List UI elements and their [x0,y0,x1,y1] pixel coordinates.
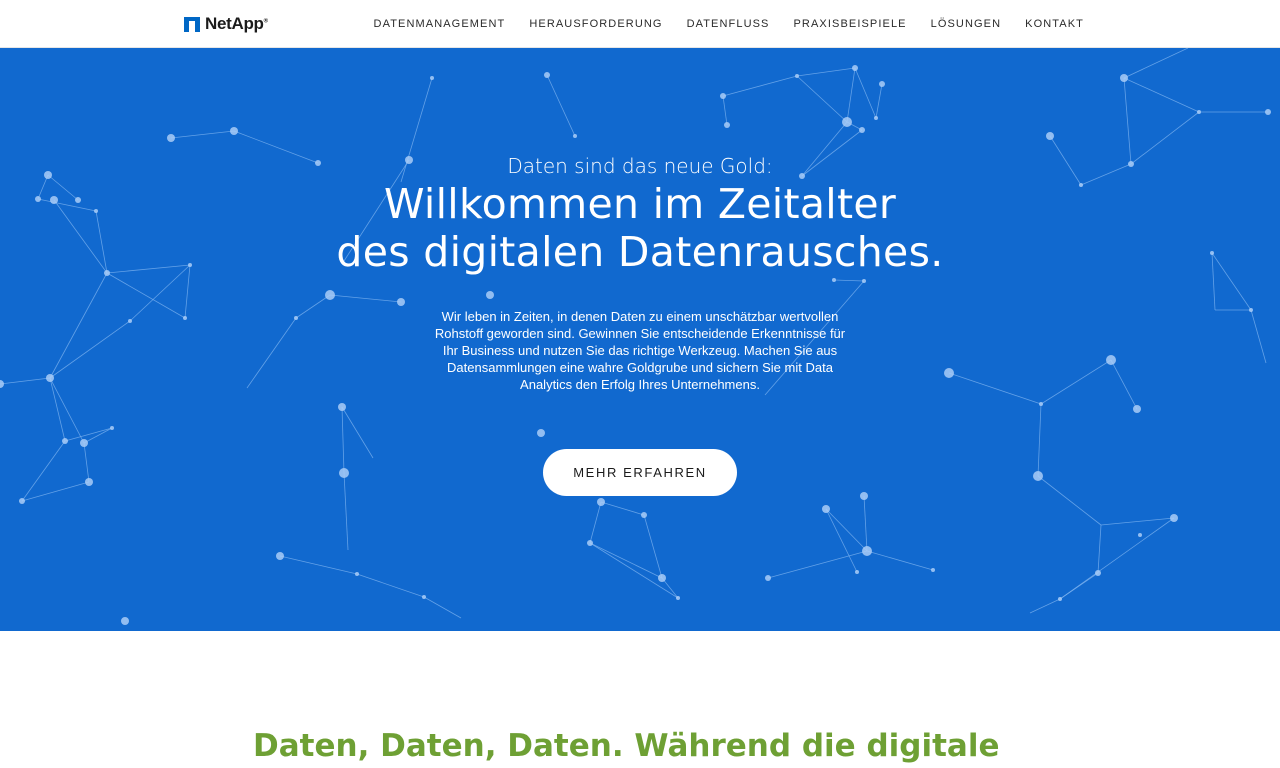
hero-section: Daten sind das neue Gold: Willkommen im … [0,48,1280,631]
netapp-logo-mark-icon [184,16,200,32]
nav-link-datenmanagement[interactable]: DATENMANAGEMENT [374,18,506,30]
hero-description: Wir leben in Zeiten, in denen Daten zu e… [434,309,846,392]
site-header: NetApp® DATENMANAGEMENT HERAUSFORDERUNG … [0,0,1280,48]
nav-link-herausforderung[interactable]: HERAUSFORDERUNG [529,18,662,30]
nav-link-datenfluss[interactable]: DATENFLUSS [687,18,770,30]
mehr-erfahren-button[interactable]: MEHR ERFAHREN [543,449,737,496]
registered-mark: ® [263,18,268,25]
section-heading: Daten, Daten, Daten. Während die digital… [253,728,1000,764]
hero-title-line-1: Willkommen im Zeitalter [383,180,896,228]
hero-title: Willkommen im Zeitalter des digitalen Da… [0,180,1280,276]
nav-link-kontakt[interactable]: KONTAKT [1025,18,1084,30]
nav-link-loesungen[interactable]: LÖSUNGEN [931,18,1002,30]
logo-wordmark: NetApp [205,14,264,33]
logo-text: NetApp® [205,14,268,34]
hero-kicker: Daten sind das neue Gold: [507,154,773,178]
netapp-logo[interactable]: NetApp® [184,13,268,35]
main-nav: DATENMANAGEMENT HERAUSFORDERUNG DATENFLU… [374,0,1084,48]
hero-title-line-2: des digitalen Datenrausches. [336,228,944,276]
nav-link-praxisbeispiele[interactable]: PRAXISBEISPIELE [794,18,907,30]
